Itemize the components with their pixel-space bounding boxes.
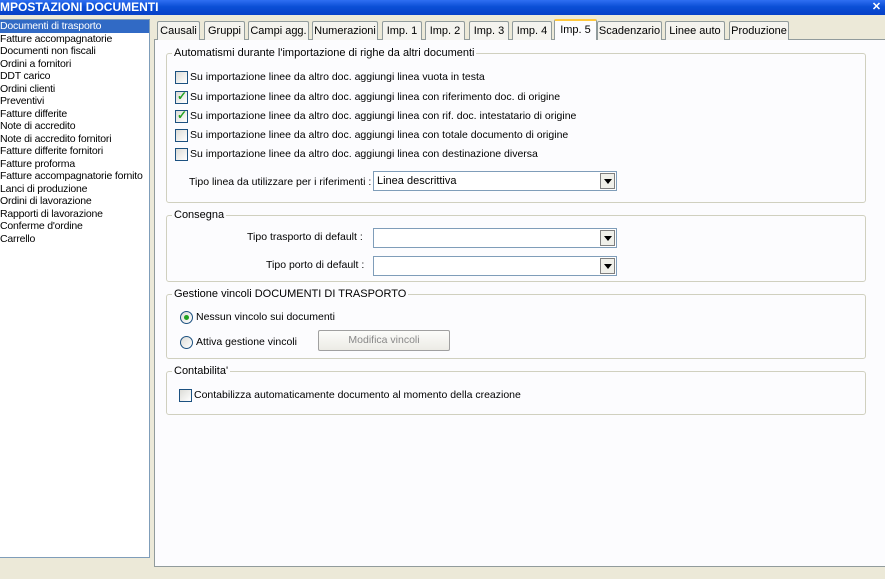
radio-nessun-vincolo-label: Nessun vincolo sui documenti — [196, 311, 335, 323]
document-type-list[interactable]: Documenti di trasporto Fatture accompagn… — [0, 19, 150, 558]
list-item[interactable]: Rapporti di lavorazione — [0, 208, 149, 221]
tab-gruppi[interactable]: Gruppi — [204, 21, 245, 40]
list-item[interactable]: Carrello — [0, 233, 149, 246]
window-title: MPOSTAZIONI DOCUMENTI — [0, 0, 159, 14]
list-item[interactable]: Fatture accompagnatorie fornito — [0, 170, 149, 183]
checkbox[interactable]: ✓ — [175, 107, 188, 123]
list-item[interactable]: Preventivi — [0, 95, 149, 108]
tipo-linea-select[interactable]: Linea descrittiva — [373, 171, 617, 191]
tipo-trasporto-select[interactable] — [373, 228, 617, 248]
check-linea-vuota[interactable]: Su importazione linee da altro doc. aggi… — [175, 70, 485, 84]
list-item[interactable]: Fatture differite fornitori — [0, 145, 149, 158]
checkbox[interactable]: ✓ — [175, 88, 188, 104]
check-contabilizza-label: Contabilizza automaticamente documento a… — [194, 389, 521, 401]
tab-imp1[interactable]: Imp. 1 — [382, 21, 422, 40]
check-destinazione-diversa[interactable]: Su importazione linee da altro doc. aggi… — [175, 147, 538, 161]
list-item-documenti-di-trasporto[interactable]: Documenti di trasporto — [0, 20, 149, 33]
list-item[interactable]: Fatture proforma — [0, 158, 149, 171]
tipo-porto-select[interactable] — [373, 256, 617, 276]
modifica-vincoli-button[interactable]: Modifica vincoli — [318, 330, 450, 351]
chevron-down-icon[interactable] — [600, 173, 615, 189]
checkmark-icon: ✓ — [177, 107, 188, 122]
radio-button[interactable] — [180, 335, 193, 349]
checkbox[interactable] — [179, 388, 192, 402]
check-contabilizza[interactable]: Contabilizza automaticamente documento a… — [179, 388, 521, 402]
list-item[interactable]: Ordini di lavorazione — [0, 195, 149, 208]
list-item[interactable]: Ordini clienti — [0, 83, 149, 96]
radio-button[interactable] — [180, 310, 193, 324]
tab-scadenzario[interactable]: Scadenzario — [597, 21, 662, 40]
list-item[interactable]: Note di accredito fornitori — [0, 133, 149, 146]
check-intestatario[interactable]: ✓ Su importazione linee da altro doc. ag… — [175, 107, 577, 123]
chevron-down-icon[interactable] — [600, 230, 615, 246]
tab-imp2[interactable]: Imp. 2 — [425, 21, 465, 40]
tipo-porto-label: Tipo porto di default : — [266, 259, 365, 271]
tab-numerazioni[interactable]: Numerazioni — [312, 21, 378, 40]
tipo-trasporto-label: Tipo trasporto di default : — [247, 231, 363, 243]
list-item[interactable]: Ordini a fornitori — [0, 58, 149, 71]
contabilita-legend: Contabilita' — [174, 365, 229, 377]
list-item[interactable]: Note di accredito — [0, 120, 149, 133]
tab-strip: Causali Gruppi Campi agg. Numerazioni Im… — [157, 19, 885, 40]
checkbox[interactable] — [175, 128, 188, 142]
list-item[interactable]: Fatture differite — [0, 108, 149, 121]
window-titlebar: MPOSTAZIONI DOCUMENTI ✕ — [0, 0, 885, 15]
list-item[interactable]: Documenti non fiscali — [0, 45, 149, 58]
chevron-down-icon[interactable] — [600, 258, 615, 274]
radio-attiva-vincoli[interactable]: Attiva gestione vincoli — [180, 335, 297, 349]
tab-campi-agg[interactable]: Campi agg. — [248, 21, 309, 40]
list-item[interactable]: DDT carico — [0, 70, 149, 83]
radio-nessun-vincolo[interactable]: Nessun vincolo sui documenti — [180, 310, 335, 324]
radio-selected-dot — [184, 314, 189, 320]
list-item[interactable]: Fatture accompagnatorie — [0, 33, 149, 46]
tab-produzione[interactable]: Produzione — [729, 21, 789, 40]
close-icon[interactable]: ✕ — [870, 1, 883, 14]
tab-linee-auto[interactable]: Linee auto — [665, 21, 725, 40]
radio-attiva-vincoli-label: Attiva gestione vincoli — [196, 336, 297, 348]
tab-imp3[interactable]: Imp. 3 — [469, 21, 509, 40]
checkbox[interactable] — [175, 70, 188, 84]
check-totale-documento-label: Su importazione linee da altro doc. aggi… — [190, 129, 569, 141]
list-item[interactable]: Conferme d'ordine — [0, 220, 149, 233]
automatismi-legend: Automatismi durante l'importazione di ri… — [174, 47, 475, 59]
tipo-linea-label: Tipo linea da utilizzare per i riferimen… — [189, 176, 372, 188]
check-intestatario-label: Su importazione linee da altro doc. aggi… — [190, 110, 577, 122]
check-totale-documento[interactable]: Su importazione linee da altro doc. aggi… — [175, 128, 568, 142]
vincoli-legend: Gestione vincoli DOCUMENTI DI TRASPORTO — [174, 288, 407, 300]
check-linea-vuota-label: Su importazione linee da altro doc. aggi… — [190, 71, 485, 83]
tab-imp4[interactable]: Imp. 4 — [512, 21, 552, 40]
consegna-legend: Consegna — [174, 209, 225, 221]
tipo-linea-value: Linea descrittiva — [377, 175, 457, 187]
check-riferimento-doc[interactable]: ✓ Su importazione linee da altro doc. ag… — [175, 88, 561, 104]
check-riferimento-doc-label: Su importazione linee da altro doc. aggi… — [190, 91, 561, 103]
tab-causali[interactable]: Causali — [157, 21, 200, 40]
checkmark-icon: ✓ — [177, 88, 188, 103]
list-item[interactable]: Lanci di produzione — [0, 183, 149, 196]
tab-imp5[interactable]: Imp. 5 — [554, 19, 597, 40]
checkbox[interactable] — [175, 147, 188, 161]
check-destinazione-diversa-label: Su importazione linee da altro doc. aggi… — [190, 148, 538, 160]
tab-panel-imp5: Automatismi durante l'importazione di ri… — [154, 39, 885, 567]
